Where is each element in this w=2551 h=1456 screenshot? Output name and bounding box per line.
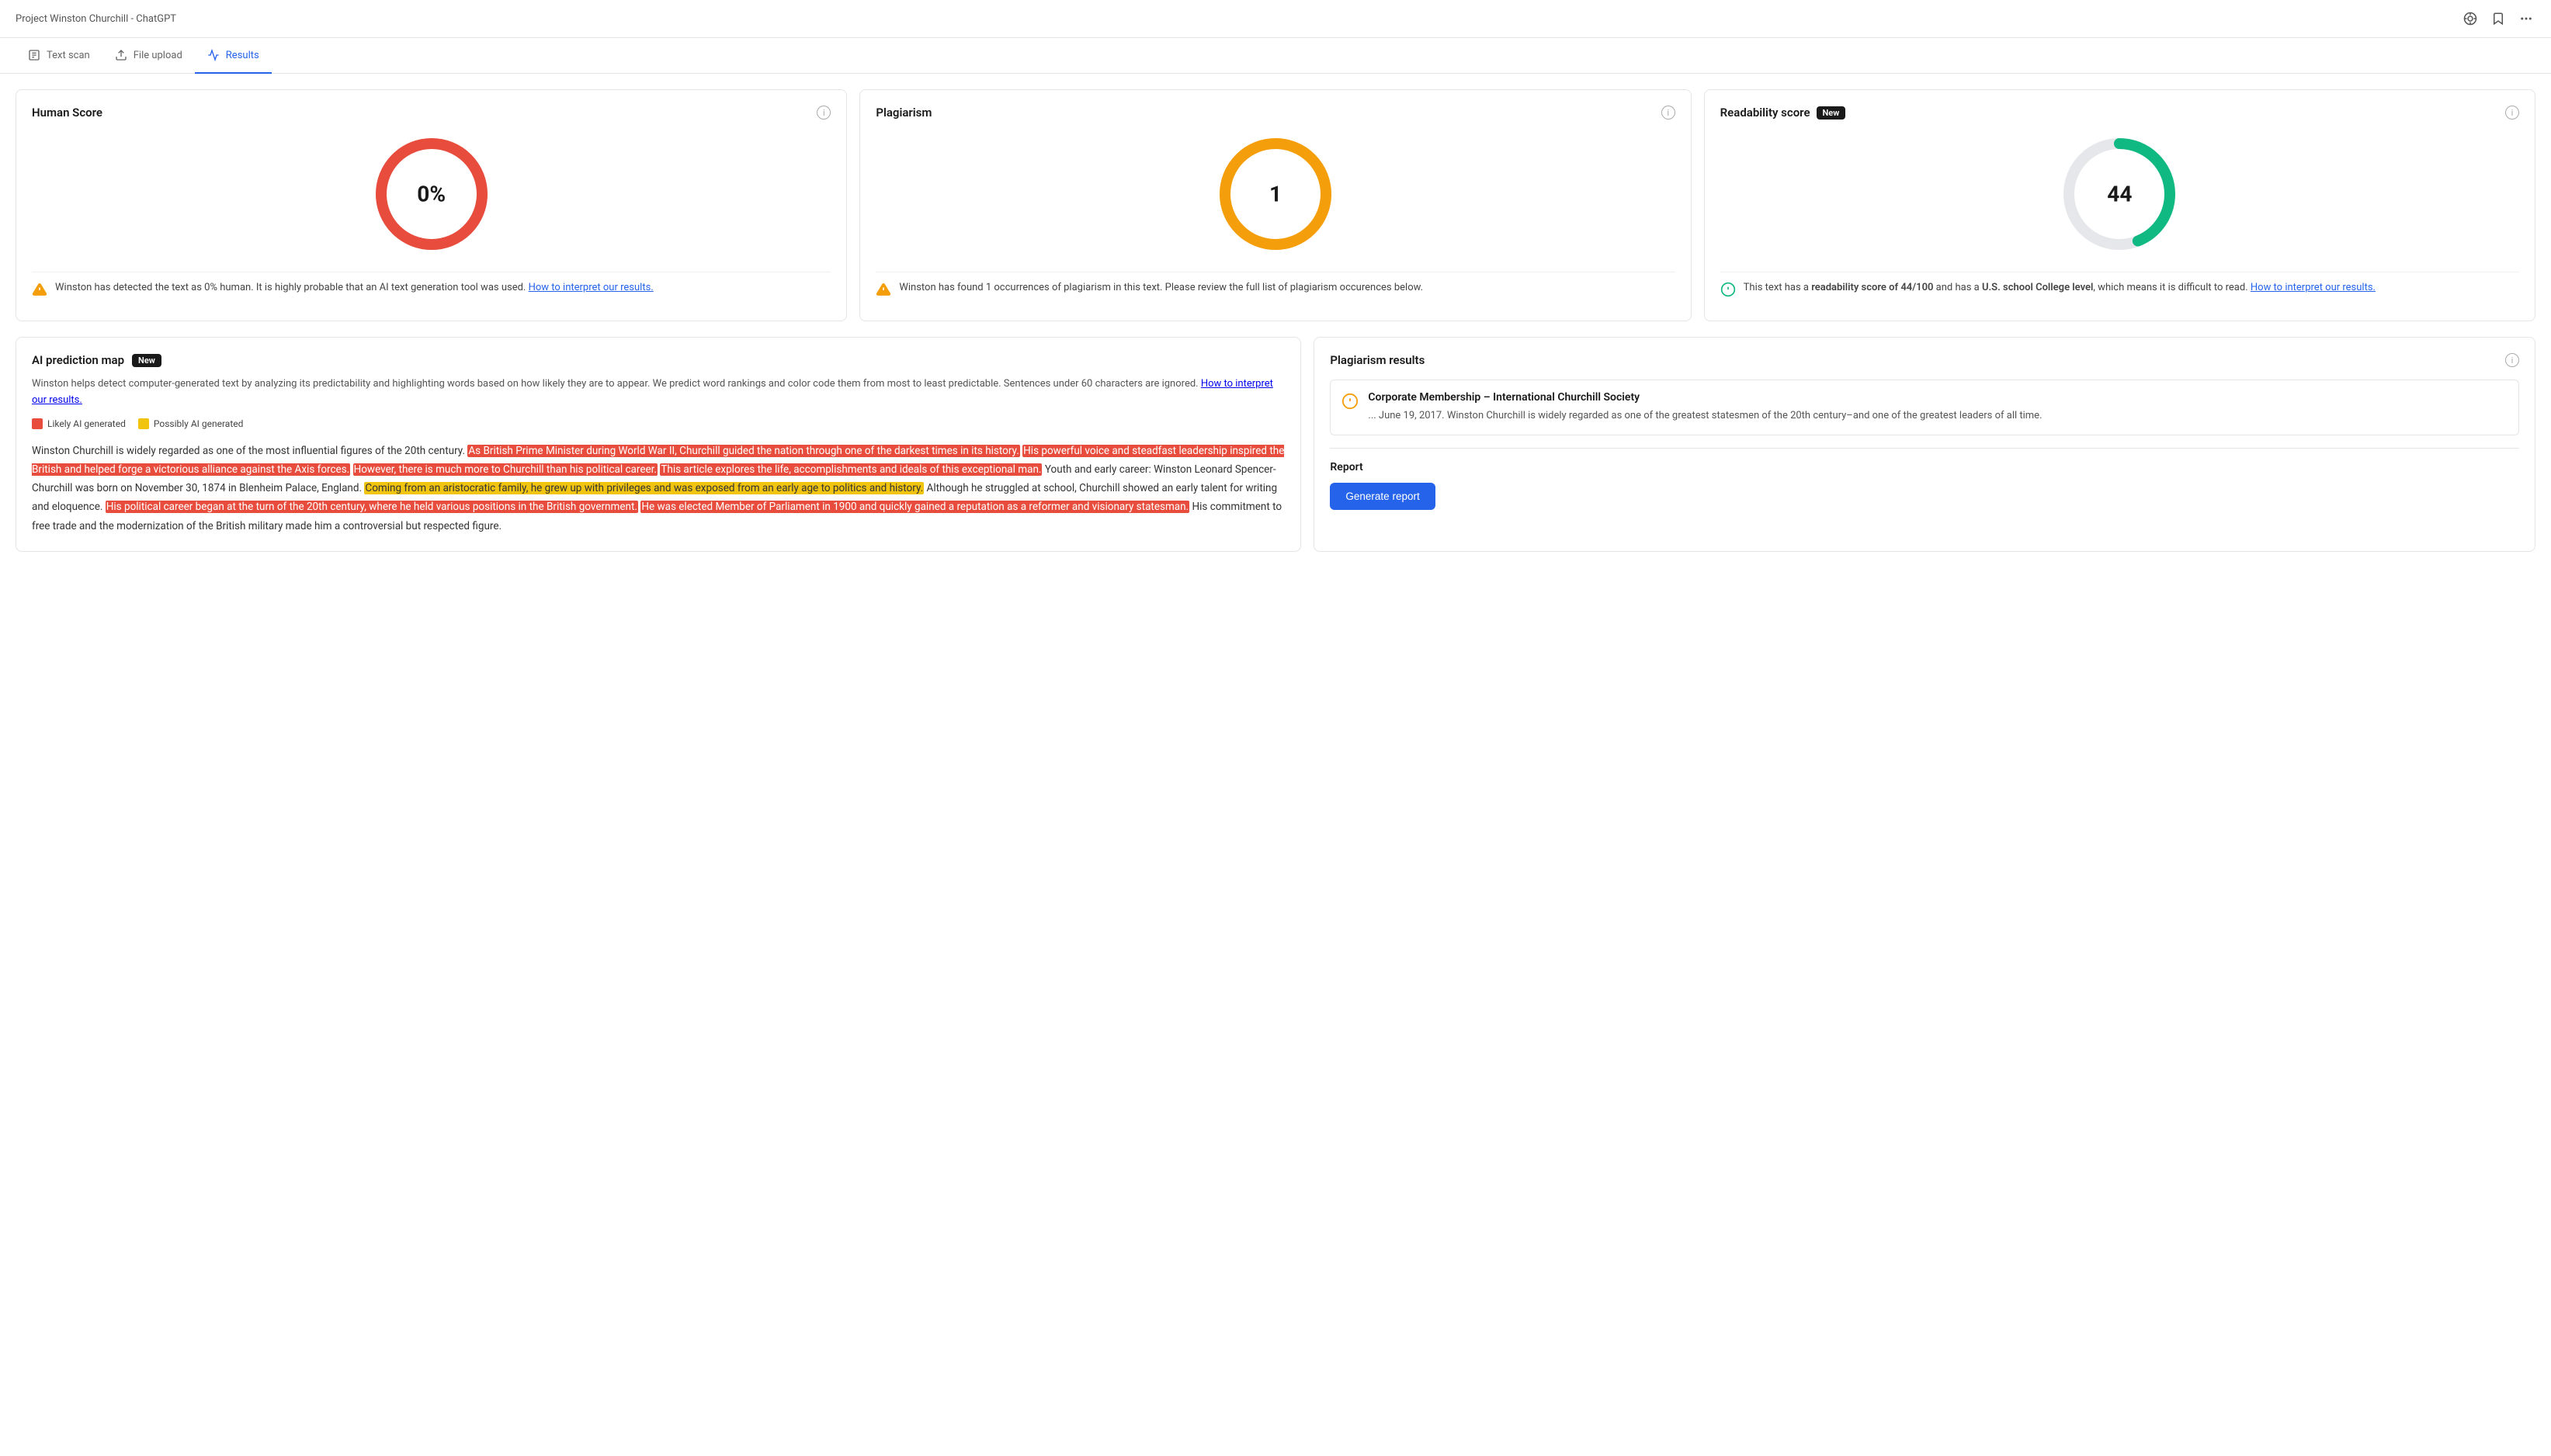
- plag-source-title: Corporate Membership – International Chu…: [1368, 391, 2042, 404]
- tab-text-scan-label: Text scan: [47, 50, 90, 61]
- segment-red-1: As British Prime Minister during World W…: [467, 445, 1019, 457]
- score-cards-row: Human Score i 0% W: [16, 89, 2535, 321]
- tab-results[interactable]: Results: [195, 38, 272, 74]
- ai-prediction-header: AI prediction map New: [32, 353, 1285, 367]
- human-score-alert-text: Winston has detected the text as 0% huma…: [55, 280, 654, 296]
- human-score-warn-icon: [32, 282, 47, 297]
- ai-prediction-panel: AI prediction map New Winston helps dete…: [16, 337, 1301, 552]
- legend-possibly-ai: Possibly AI generated: [138, 418, 244, 429]
- tab-file-upload[interactable]: File upload: [102, 38, 195, 74]
- plagiarism-results-list: Corporate Membership – International Chu…: [1330, 380, 2519, 435]
- plagiarism-title: Plagiarism: [876, 106, 932, 120]
- readability-donut: 44: [2057, 132, 2181, 256]
- target-icon[interactable]: [2461, 9, 2480, 28]
- human-score-alert: Winston has detected the text as 0% huma…: [32, 272, 831, 305]
- report-section: Report Generate report: [1330, 448, 2519, 510]
- plagiarism-results-info-icon[interactable]: i: [2505, 353, 2519, 367]
- human-score-value: 0%: [417, 182, 446, 207]
- legend-likely-label: Likely AI generated: [47, 418, 126, 429]
- legend-possibly-label: Possibly AI generated: [154, 418, 244, 429]
- human-score-header: Human Score i: [32, 106, 831, 120]
- plagiarism-alert: Winston has found 1 occurrences of plagi…: [876, 272, 1675, 305]
- ai-prediction-badge: New: [132, 354, 161, 367]
- readability-title: Readability score New: [1720, 106, 1846, 120]
- tab-file-upload-label: File upload: [134, 50, 182, 61]
- legend-red-dot: [32, 418, 43, 429]
- ai-prediction-title: AI prediction map: [32, 353, 124, 367]
- readability-alert-text: This text has a readability score of 44/…: [1744, 280, 2376, 296]
- plagiarism-results-title: Plagiarism results: [1330, 353, 1425, 367]
- human-score-chart: 0%: [32, 132, 831, 256]
- tab-text-scan[interactable]: Text scan: [16, 38, 102, 74]
- bottom-section: AI prediction map New Winston helps dete…: [16, 337, 2535, 552]
- nav-tabs: Text scan File upload Results: [0, 38, 2551, 74]
- readability-info-icon[interactable]: i: [2505, 106, 2519, 120]
- plagiarism-value: 1: [1269, 182, 1282, 207]
- generate-report-button[interactable]: Generate report: [1330, 483, 1435, 510]
- plagiarism-alert-text: Winston has found 1 occurrences of plagi…: [899, 280, 1423, 296]
- ai-prediction-text: Winston Churchill is widely regarded as …: [32, 442, 1285, 536]
- readability-header: Readability score New i: [1720, 106, 2519, 120]
- human-score-link[interactable]: How to interpret our results.: [529, 282, 654, 293]
- human-score-title: Human Score: [32, 106, 102, 120]
- report-title: Report: [1330, 461, 2519, 473]
- ai-prediction-description: Winston helps detect computer-generated …: [32, 376, 1285, 409]
- human-score-info-icon[interactable]: i: [817, 106, 831, 120]
- readability-value: 44: [2107, 182, 2132, 207]
- plagiarism-results-panel: Plagiarism results i Corporate Membershi…: [1314, 337, 2535, 552]
- bookmark-icon[interactable]: [2489, 9, 2508, 28]
- header-icon-group: [2461, 9, 2535, 28]
- main-content: Human Score i 0% W: [0, 74, 2551, 567]
- human-score-card: Human Score i 0% W: [16, 89, 847, 321]
- human-score-donut: 0%: [370, 132, 494, 256]
- plagiarism-warn-icon: [876, 282, 891, 297]
- plagiarism-result-item: Corporate Membership – International Chu…: [1330, 380, 2519, 435]
- segment-red-4: This article explores the life, accompli…: [660, 463, 1042, 476]
- app-title: Project Winston Churchill - ChatGPT: [16, 13, 176, 25]
- plag-result-content: Corporate Membership – International Chu…: [1368, 391, 2042, 424]
- legend-likely-ai: Likely AI generated: [32, 418, 126, 429]
- plag-warn-icon: [1341, 393, 1359, 410]
- more-icon[interactable]: [2517, 9, 2535, 28]
- app-header: Project Winston Churchill - ChatGPT: [0, 0, 2551, 38]
- readability-chart: 44: [1720, 132, 2519, 256]
- segment-red-6: He was elected Member of Parliament in 1…: [640, 501, 1189, 513]
- segment-yellow-1: Coming from an aristocratic family, he g…: [364, 482, 924, 494]
- legend-yellow-dot: [138, 418, 149, 429]
- readability-info-alert-icon: [1720, 282, 1736, 297]
- readability-link[interactable]: How to interpret our results.: [2251, 282, 2376, 293]
- plagiarism-info-icon[interactable]: i: [1661, 106, 1675, 120]
- plagiarism-chart: 1: [876, 132, 1675, 256]
- tab-results-label: Results: [226, 50, 259, 61]
- ai-prediction-legend: Likely AI generated Possibly AI generate…: [32, 418, 1285, 429]
- plagiarism-card: Plagiarism i 1 Win: [859, 89, 1691, 321]
- plagiarism-results-header: Plagiarism results i: [1330, 353, 2519, 367]
- plag-source-text: ... June 19, 2017. Winston Churchill is …: [1368, 408, 2042, 424]
- plagiarism-donut: 1: [1213, 132, 1338, 256]
- readability-card: Readability score New i 44: [1704, 89, 2535, 321]
- segment-red-3: However, there is much more to Churchill…: [353, 463, 658, 476]
- readability-badge: New: [1817, 106, 1846, 120]
- plagiarism-header: Plagiarism i: [876, 106, 1675, 120]
- readability-alert: This text has a readability score of 44/…: [1720, 272, 2519, 305]
- segment-red-5: His political career began at the turn o…: [106, 501, 638, 513]
